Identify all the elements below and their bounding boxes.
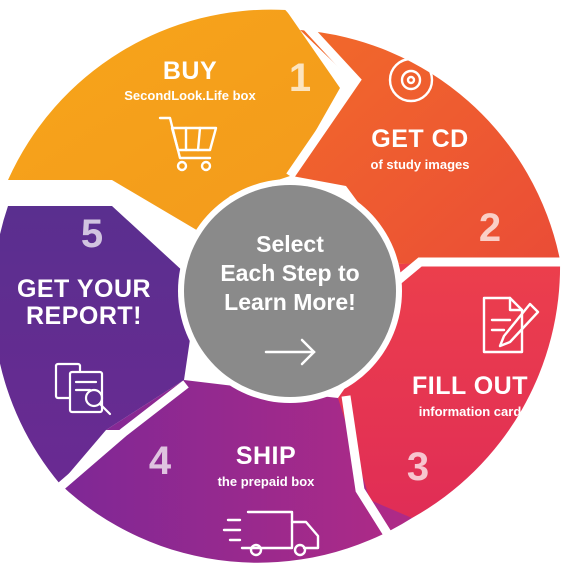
step-5-number: 5: [80, 212, 104, 256]
step-3-title[interactable]: FILL OUT: [395, 373, 545, 400]
step-3-subtitle[interactable]: information card: [395, 404, 545, 419]
step-1-subtitle[interactable]: SecondLook.Life box: [100, 88, 280, 103]
step-4-title[interactable]: SHIP: [216, 443, 316, 470]
step-2-title[interactable]: GET CD: [360, 126, 480, 153]
step-3-number: 3: [406, 445, 430, 489]
step-wheel: Select Each Step to Learn More! BUY Seco…: [0, 0, 584, 583]
center-label[interactable]: Select Each Step to Learn More!: [210, 230, 370, 317]
step-2-subtitle[interactable]: of study images: [350, 157, 490, 172]
step-4-subtitle[interactable]: the prepaid box: [196, 474, 336, 489]
step-1-number: 1: [288, 56, 312, 100]
step-5-title[interactable]: GET YOUR REPORT!: [4, 276, 164, 330]
step-1-title[interactable]: BUY: [130, 58, 250, 85]
step-4-number: 4: [148, 439, 172, 483]
step-2-number: 2: [478, 206, 502, 250]
